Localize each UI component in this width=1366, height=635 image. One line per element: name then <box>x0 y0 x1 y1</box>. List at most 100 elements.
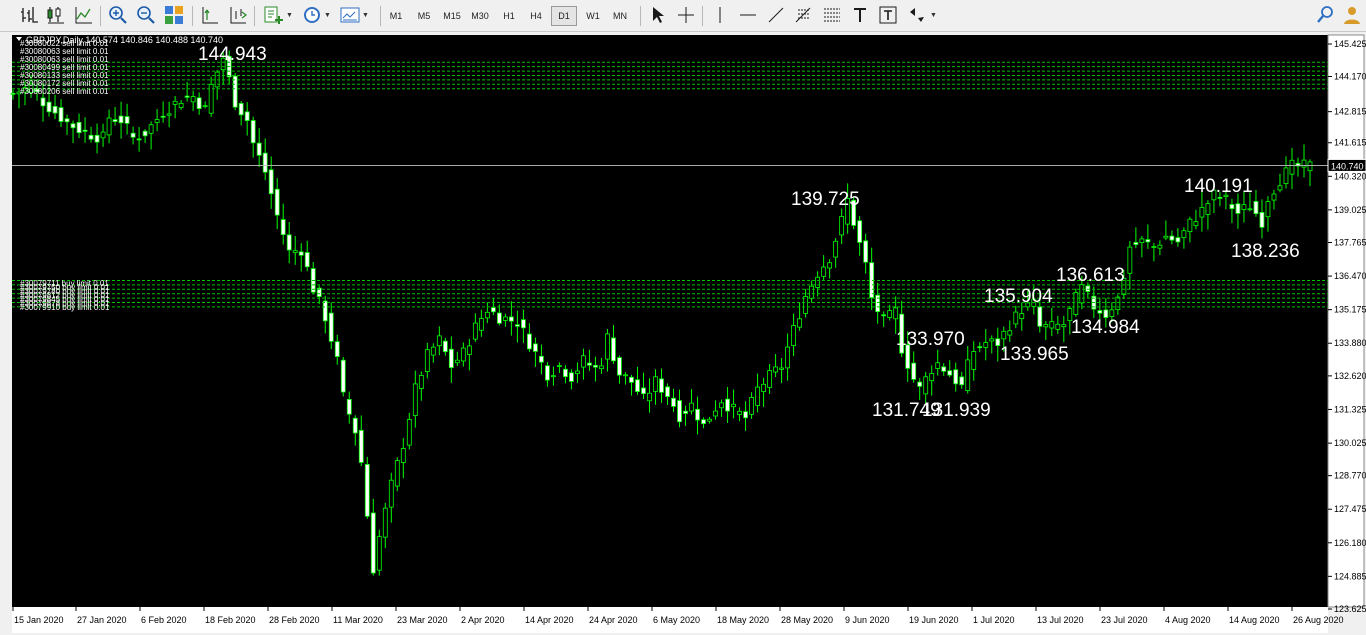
current-price-label: 140.740 <box>1331 161 1364 171</box>
timeframe-m15-button[interactable]: M15 <box>439 6 465 26</box>
candle-body <box>1301 159 1307 168</box>
vertical-line-icon[interactable] <box>708 4 732 26</box>
search-icon[interactable] <box>1314 4 1338 26</box>
templates-icon[interactable]: ▼ <box>336 4 372 26</box>
candle-body <box>1217 197 1223 199</box>
arrows-icon[interactable]: ▼ <box>904 4 940 26</box>
candle-body <box>773 366 778 373</box>
bar-chart-icon[interactable] <box>18 4 42 26</box>
candle-body <box>989 338 995 342</box>
candle-body <box>256 142 262 156</box>
candle-body <box>983 342 989 348</box>
candle-body <box>1199 207 1205 218</box>
x-tick-label: 1 Jul 2020 <box>973 615 1015 625</box>
candle-body <box>1229 204 1235 210</box>
candle-body <box>64 118 70 123</box>
price-annotation: 133.970 <box>896 329 965 350</box>
candle-body <box>1019 313 1025 320</box>
chevron-down-icon[interactable]: ▼ <box>324 12 331 19</box>
chevron-down-icon[interactable]: ▼ <box>362 12 369 19</box>
candle-body <box>725 398 730 412</box>
timeframe-m5-button[interactable]: M5 <box>411 6 437 26</box>
timeframe-m30-button[interactable]: M30 <box>467 6 493 26</box>
text-label-icon[interactable] <box>876 4 900 26</box>
crosshair-icon[interactable] <box>674 4 698 26</box>
candle-body <box>911 362 917 380</box>
timeframe-h1-button[interactable]: H1 <box>496 6 522 26</box>
candle-body <box>280 219 286 236</box>
candle-body <box>1265 201 1271 218</box>
candle-body <box>959 376 965 386</box>
tile-windows-icon[interactable] <box>162 4 186 26</box>
candle-body <box>1001 330 1007 340</box>
line-chart-icon[interactable] <box>72 4 96 26</box>
timeframe-m1-button[interactable]: M1 <box>383 6 409 26</box>
candle-body <box>539 355 544 363</box>
candle-body <box>232 75 238 108</box>
candle-body <box>238 103 244 116</box>
new-order-icon[interactable]: ▼ <box>260 4 296 26</box>
chevron-down-icon[interactable]: ▼ <box>930 12 937 19</box>
horizontal-line-icon[interactable] <box>736 4 760 26</box>
candle-body <box>791 324 797 347</box>
candle-body <box>262 152 268 173</box>
chevron-down-icon[interactable]: ▼ <box>286 12 293 19</box>
candle-body <box>178 102 184 108</box>
candle-body <box>46 101 52 113</box>
candle-body <box>1115 296 1121 311</box>
candle-body <box>376 536 382 571</box>
zoom-out-icon[interactable] <box>134 4 158 26</box>
cursor-icon[interactable] <box>646 4 670 26</box>
candle-body <box>514 324 520 327</box>
trendline-icon[interactable] <box>764 4 788 26</box>
fibonacci-fan-icon[interactable] <box>820 4 844 26</box>
price-annotation: 140.191 <box>1184 176 1253 197</box>
y-tick-label: 130.025 <box>1334 438 1366 448</box>
candle-body <box>526 333 532 350</box>
candle-body <box>533 343 538 352</box>
timeframe-h4-button[interactable]: H4 <box>523 6 549 26</box>
candle-body <box>106 117 112 136</box>
candle-body <box>1283 167 1289 184</box>
x-tick-label: 6 Feb 2020 <box>141 615 187 625</box>
clock-periodicity-icon[interactable]: ▼ <box>298 4 334 26</box>
candle-body <box>1259 212 1265 228</box>
candle-body <box>412 383 418 416</box>
timeframe-d1-button[interactable]: D1 <box>551 6 577 26</box>
y-tick-label: 123.625 <box>1334 604 1366 614</box>
candle-body <box>785 346 790 369</box>
candlestick-chart-icon[interactable] <box>44 4 68 26</box>
timeframe-mn-button[interactable]: MN <box>607 6 633 26</box>
timeframe-w1-button[interactable]: W1 <box>580 6 606 26</box>
x-tick-label: 9 Jun 2020 <box>845 615 890 625</box>
candle-body <box>833 240 839 258</box>
candle-body <box>196 97 202 110</box>
chart-shift-icon[interactable] <box>226 4 250 26</box>
candle-body <box>172 100 178 105</box>
auto-scroll-icon[interactable] <box>198 4 222 26</box>
account-icon[interactable] <box>1340 4 1364 26</box>
fibonacci-icon[interactable] <box>792 4 816 26</box>
candle-body <box>809 285 815 299</box>
y-tick-label: 141.615 <box>1334 138 1366 148</box>
y-tick-label: 124.885 <box>1334 571 1366 581</box>
candle-body <box>749 397 754 415</box>
candle-body <box>545 365 550 381</box>
candle-body <box>617 357 622 376</box>
candle-body <box>659 378 664 393</box>
price-chart[interactable]: 145.425 144.170 142.815 141.615 140.320 139.0… <box>0 32 1366 635</box>
candle-body <box>1043 324 1049 328</box>
candle-body <box>436 335 442 347</box>
candle-body <box>1247 208 1253 211</box>
candle-body <box>40 97 46 107</box>
text-icon[interactable] <box>848 4 872 26</box>
x-tick-label: 15 Jan 2020 <box>14 615 64 625</box>
toolbar-separator <box>192 6 193 26</box>
zoom-in-icon[interactable] <box>106 4 130 26</box>
x-tick-label: 14 Aug 2020 <box>1229 615 1280 625</box>
candle-body <box>581 355 586 368</box>
candle-body <box>322 300 328 322</box>
candle-body <box>1181 230 1187 239</box>
price-scale <box>1327 34 1365 608</box>
candle-body <box>731 403 736 408</box>
